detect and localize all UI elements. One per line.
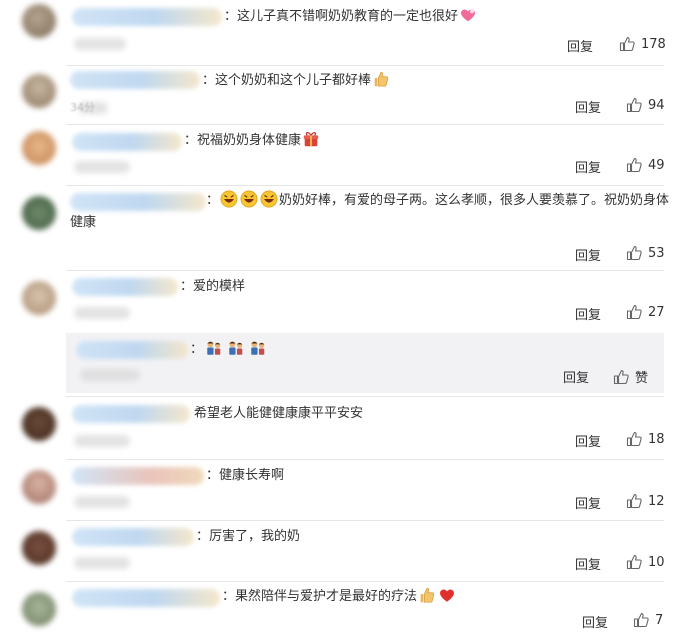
username[interactable] xyxy=(76,341,188,359)
comment-list: ：这儿子真不错啊奶奶教育的一定也很好 回复 178 34分 ：这个奶奶和这个儿子… xyxy=(0,0,680,634)
comment-actions: 回复 7 xyxy=(0,612,680,632)
thumbs-up-icon xyxy=(626,157,642,173)
comment-item: ：果然陪伴与爱护才是最好的疗法 回复 7 xyxy=(0,582,680,634)
reply-button[interactable]: 回复 xyxy=(582,612,608,631)
like-count: 178 xyxy=(641,36,666,52)
thumbs-up-emoji-icon xyxy=(374,71,389,87)
comment-actions: 回复 赞 xyxy=(66,367,664,387)
reply-button[interactable]: 回复 xyxy=(575,97,601,116)
like-button[interactable]: 赞 xyxy=(613,367,648,386)
family-emoji-icon xyxy=(251,341,265,355)
reply-button[interactable]: 回复 xyxy=(575,157,601,176)
like-count: 27 xyxy=(648,304,665,320)
comment-text: ： xyxy=(190,339,269,361)
like-count: 53 xyxy=(648,245,665,261)
family-emoji-icon xyxy=(229,341,243,355)
like-button[interactable]: 49 xyxy=(626,157,665,173)
comment-actions: 回复 12 xyxy=(0,493,680,513)
comment-actions: 回复 10 xyxy=(0,554,680,574)
reply-button[interactable]: 回复 xyxy=(575,431,601,450)
like-button[interactable]: 178 xyxy=(619,36,666,52)
gift-emoji-icon xyxy=(303,132,319,147)
reply-button[interactable]: 回复 xyxy=(575,245,601,264)
like-button[interactable]: 53 xyxy=(626,245,665,261)
like-button[interactable]: 94 xyxy=(626,97,665,113)
comment-text: ：这儿子真不错啊奶奶教育的一定也很好 xyxy=(224,6,478,28)
username[interactable] xyxy=(72,133,182,151)
thumbs-up-icon xyxy=(626,493,642,509)
comment-text: ：果然陪伴与爱护才是最好的疗法 xyxy=(222,586,457,608)
reply-button[interactable]: 回复 xyxy=(567,36,593,55)
like-button[interactable]: 18 xyxy=(626,431,665,447)
comment-actions: 回复 18 xyxy=(0,431,680,451)
family-emoji-icon xyxy=(207,341,221,355)
thumbs-up-icon xyxy=(626,431,642,447)
like-label: 赞 xyxy=(635,371,649,386)
comment-actions: 回复 27 xyxy=(0,304,680,324)
like-count: 10 xyxy=(648,554,665,570)
comment-item: ：爱的模样 回复 27 xyxy=(0,271,680,331)
username[interactable] xyxy=(72,467,204,485)
like-count: 18 xyxy=(648,431,665,447)
comment-item: ：祝福奶奶身体健康 回复 49 xyxy=(0,125,680,185)
comment-item: 34分 ：这个奶奶和这个儿子都好棒 回复 94 xyxy=(0,66,680,124)
reply-button[interactable]: 回复 xyxy=(575,554,601,573)
thumbs-up-icon xyxy=(626,554,642,570)
comment-text: ：厉害了，我的奶 xyxy=(196,529,301,544)
username[interactable] xyxy=(72,278,178,296)
like-count: 12 xyxy=(648,493,665,509)
laughing-emoji-icon xyxy=(240,190,258,208)
comment-actions: 回复 53 xyxy=(0,245,680,265)
red-heart-emoji-icon xyxy=(440,589,454,602)
comment-actions: 回复 178 xyxy=(0,36,680,56)
comment-actions: 回复 49 xyxy=(0,157,680,177)
thumbs-up-icon xyxy=(619,36,635,52)
comment-text: ：奶奶好棒，有爱的母子两。这么孝顺，很多人要羡慕了。祝奶奶身体健康 xyxy=(70,190,670,234)
thumbs-up-icon xyxy=(626,97,642,113)
like-count: 7 xyxy=(655,612,664,628)
laughing-emoji-icon xyxy=(260,190,278,208)
like-count: 94 xyxy=(648,97,665,113)
thumbs-up-icon xyxy=(633,612,649,628)
reply-button[interactable]: 回复 xyxy=(575,493,601,512)
username[interactable] xyxy=(72,589,220,607)
like-button[interactable]: 7 xyxy=(633,612,663,628)
username[interactable] xyxy=(72,528,194,546)
comment-actions: 回复 94 xyxy=(0,97,680,117)
like-button[interactable]: 12 xyxy=(626,493,665,509)
thumbs-up-icon xyxy=(626,245,642,261)
username[interactable] xyxy=(72,8,222,26)
like-count: 49 xyxy=(648,157,665,173)
like-button[interactable]: 27 xyxy=(626,304,665,320)
reply-item: ： 回复 赞 xyxy=(66,333,664,393)
comment-text: 希望老人能健健康康平平安安 xyxy=(194,406,364,421)
heart-emoji-icon xyxy=(461,9,475,22)
laughing-emoji-icon xyxy=(220,190,238,208)
thumbs-up-emoji-icon xyxy=(420,587,435,603)
comment-item: ：奶奶好棒，有爱的母子两。这么孝顺，很多人要羡慕了。祝奶奶身体健康 回复 53 xyxy=(0,186,680,270)
reply-button[interactable]: 回复 xyxy=(563,367,589,386)
avatar[interactable] xyxy=(22,4,56,38)
reply-button[interactable]: 回复 xyxy=(575,304,601,323)
thumbs-up-icon xyxy=(613,369,629,384)
comment-item: ：这儿子真不错啊奶奶教育的一定也很好 回复 178 xyxy=(0,0,680,65)
thumbs-up-icon xyxy=(626,304,642,320)
comment-item: ：厉害了，我的奶 回复 10 xyxy=(0,521,680,581)
comment-text: ：这个奶奶和这个儿子都好棒 xyxy=(202,70,391,92)
like-button[interactable]: 10 xyxy=(626,554,665,570)
avatar[interactable] xyxy=(22,196,56,230)
username[interactable] xyxy=(72,405,190,423)
username[interactable] xyxy=(70,71,200,89)
comment-item: 希望老人能健健康康平平安安 回复 18 xyxy=(0,397,680,459)
comment-item: ：健康长寿啊 回复 12 xyxy=(0,460,680,520)
comment-text: ：爱的模样 xyxy=(180,279,246,294)
comment-text: ：祝福奶奶身体健康 xyxy=(184,130,321,152)
comment-text: ：健康长寿啊 xyxy=(206,468,285,483)
